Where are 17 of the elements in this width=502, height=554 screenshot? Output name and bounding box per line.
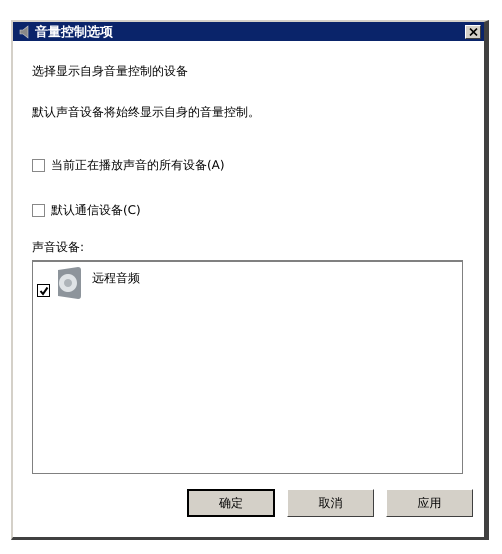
dialog-button[interactable]: 应用 bbox=[386, 489, 473, 517]
checkbox-label[interactable]: 当前正在播放声音的所有设备(A) bbox=[51, 157, 225, 174]
close-icon bbox=[468, 28, 478, 36]
speaker-icon bbox=[19, 24, 29, 38]
intro-text: 选择显示自身音量控制的设备 bbox=[32, 63, 189, 80]
note-text: 默认声音设备将始终显示自身的音量控制。 bbox=[32, 104, 261, 121]
device-name[interactable]: 远程音频 bbox=[92, 270, 140, 287]
checkbox-label[interactable]: 默认通信设备(C) bbox=[51, 202, 141, 219]
dialog-button[interactable]: 确定 bbox=[187, 489, 275, 517]
devices-label: 声音设备: bbox=[32, 239, 86, 256]
device-checkbox[interactable] bbox=[37, 284, 50, 297]
window-title: 音量控制选项 bbox=[35, 24, 114, 40]
dialog-button[interactable]: 取消 bbox=[287, 489, 374, 517]
speaker-icon bbox=[56, 266, 82, 300]
checkbox[interactable] bbox=[32, 159, 45, 172]
close-button[interactable] bbox=[465, 24, 481, 38]
checkbox[interactable] bbox=[32, 204, 45, 217]
